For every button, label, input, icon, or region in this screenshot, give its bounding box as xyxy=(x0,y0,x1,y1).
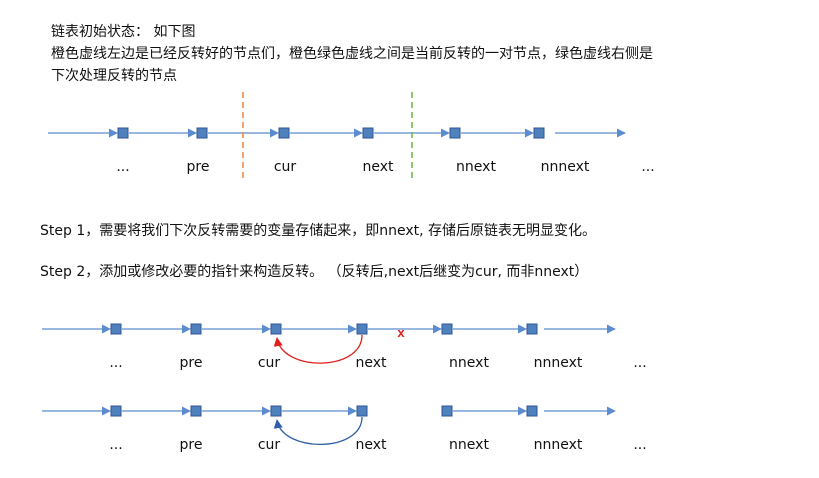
row1-label-cur: cur xyxy=(273,159,297,175)
row1-label-pre: pre xyxy=(186,159,210,175)
row1-node-4 xyxy=(362,127,374,139)
step-1-text: Step 1，需要将我们下次反转需要的变量存储起来，即nnext, 存储后原链表… xyxy=(40,223,597,239)
row3-node-2 xyxy=(190,405,202,417)
row1-node-3 xyxy=(278,127,290,139)
row2-node-4 xyxy=(356,323,368,335)
row3-node-5 xyxy=(441,405,453,417)
row3-node-3 xyxy=(270,405,282,417)
row3-label-pre: pre xyxy=(179,437,203,453)
row2-node-6 xyxy=(526,323,538,335)
row2-node-5 xyxy=(441,323,453,335)
row2-label-end: ... xyxy=(633,355,647,371)
row3-node-1 xyxy=(110,405,122,417)
row1-label-next: next xyxy=(362,159,394,175)
row1-label-nnext: nnext xyxy=(456,159,496,175)
row2-node-2 xyxy=(190,323,202,335)
row3-label-cur: cur xyxy=(257,437,281,453)
row2-label-next: next xyxy=(355,355,387,371)
row3-label-end: ... xyxy=(633,437,647,453)
row2-label-nnnext: nnnext xyxy=(533,355,583,371)
row2-node-1 xyxy=(110,323,122,335)
row2-label-cur: cur xyxy=(257,355,281,371)
row3-label-nnext: nnext xyxy=(449,437,489,453)
red-reverse-arc xyxy=(273,334,363,364)
row1-node-5 xyxy=(449,127,461,139)
blue-reverse-arc xyxy=(273,416,363,445)
break-mark: x xyxy=(397,325,405,340)
row2-label-nnext: nnext xyxy=(449,355,489,371)
row3-node-6 xyxy=(526,405,538,417)
row2-label-start: ... xyxy=(109,355,123,371)
row3-node-4 xyxy=(356,405,368,417)
row1-label-nnnext: nnnext xyxy=(540,159,590,175)
row1-node-1 xyxy=(117,127,129,139)
row2-label-pre: pre xyxy=(179,355,203,371)
row3-label-nnnext: nnnext xyxy=(533,437,583,453)
row3-label-next: next xyxy=(355,437,387,453)
step-2-text: Step 2，添加或修改必要的指针来构造反转。 （反转后,next后继变为cur… xyxy=(40,264,589,280)
row1-label-start: ... xyxy=(116,159,130,175)
row1-node-6 xyxy=(533,127,545,139)
row2-node-3 xyxy=(270,323,282,335)
row1-label-end: ... xyxy=(641,159,655,175)
row1-node-2 xyxy=(196,127,208,139)
row3-label-start: ... xyxy=(109,437,123,453)
